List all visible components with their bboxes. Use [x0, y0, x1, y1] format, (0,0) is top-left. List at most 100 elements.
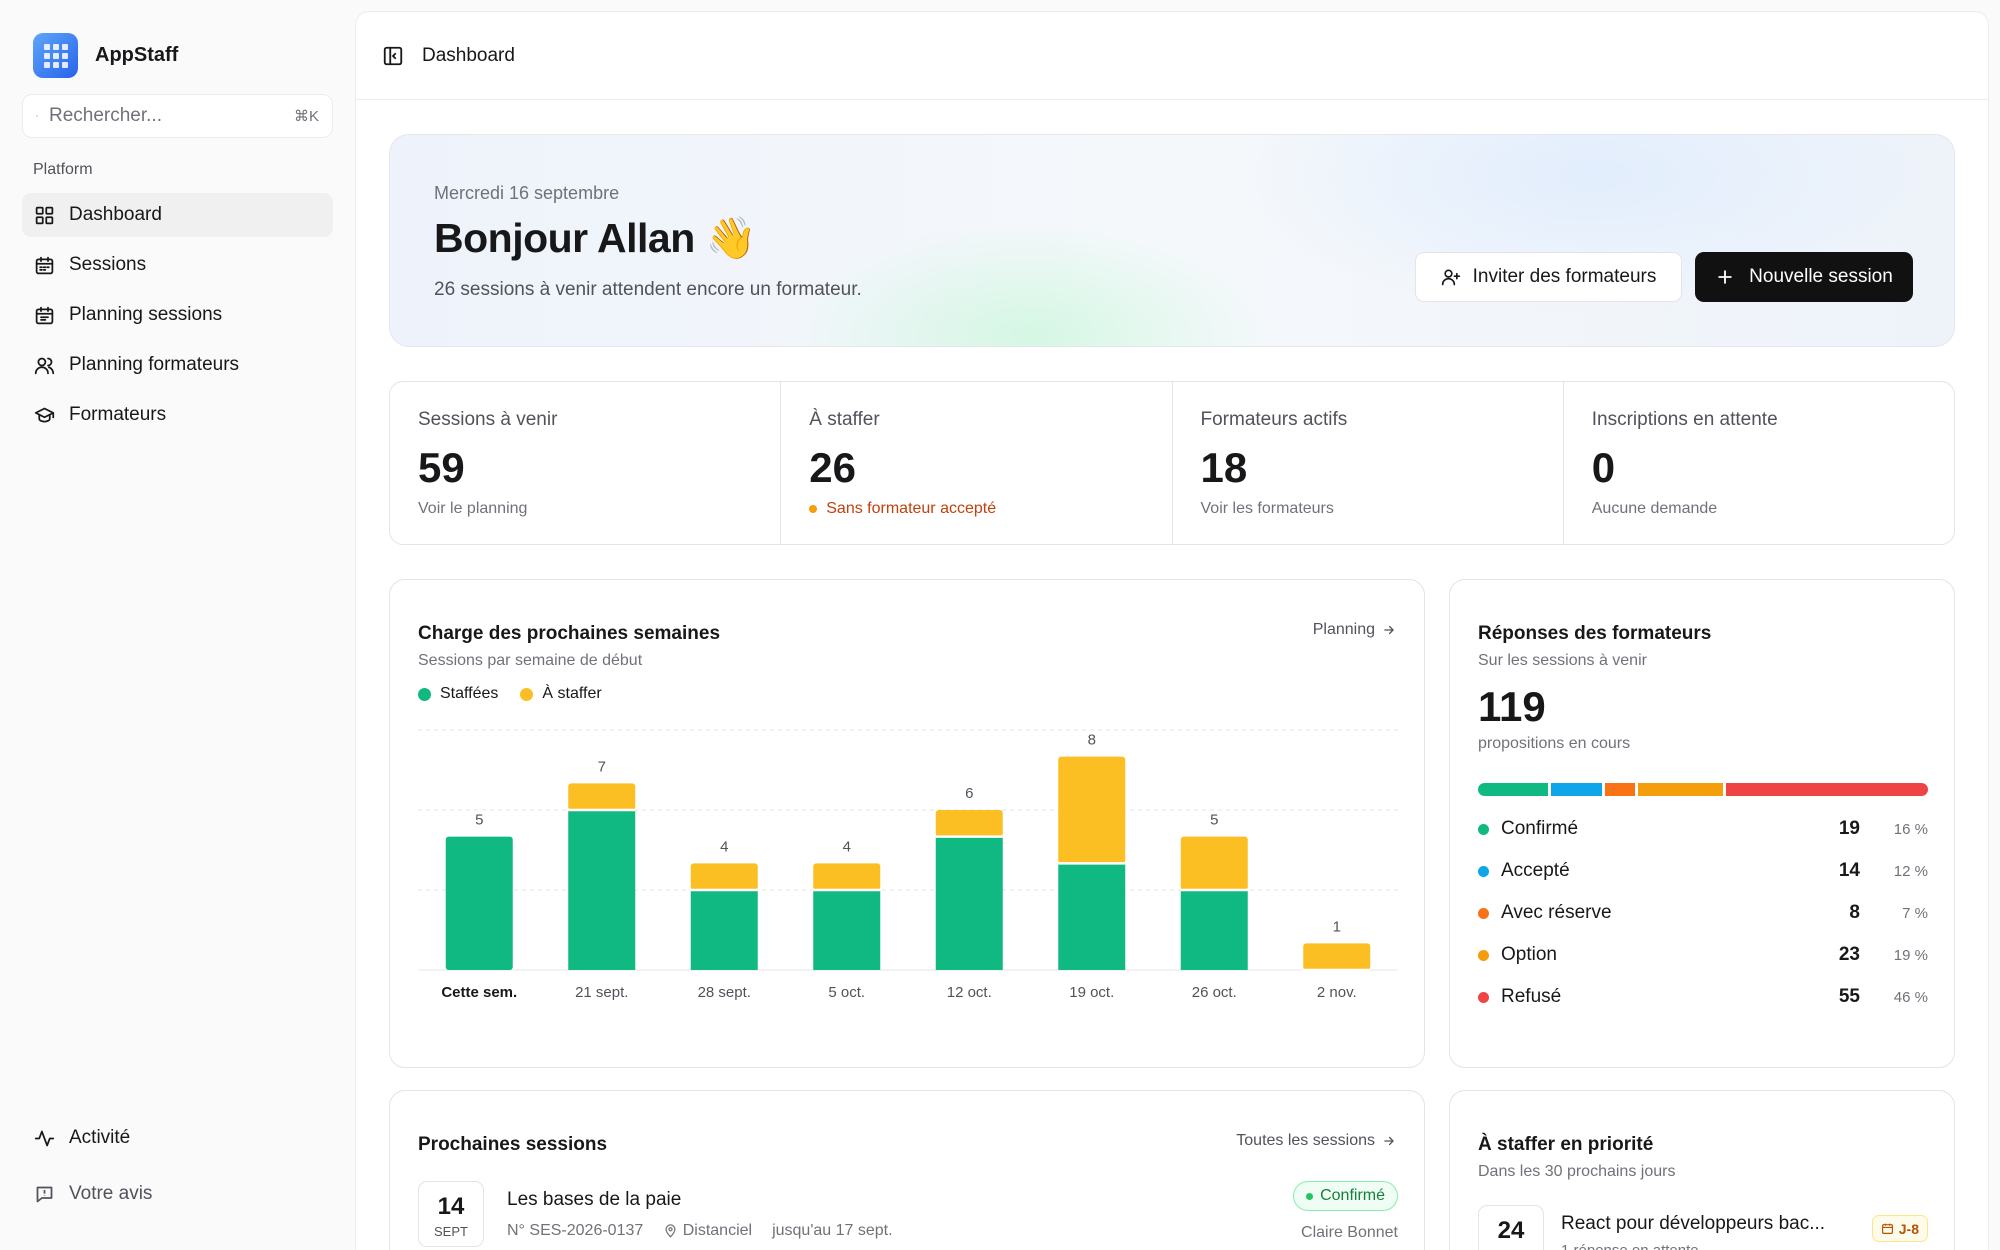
welcome-banner: Mercredi 16 septembre Bonjour Allan 👋 26… [389, 134, 1955, 347]
stat-value: 18 [1200, 444, 1248, 491]
session-name: Les bases de la paie [507, 1189, 682, 1210]
user-plus-icon [1441, 269, 1460, 286]
stats-row: Sessions à venir 59 Voir le planning À s… [389, 381, 1955, 545]
bar-segment-staffees[interactable] [813, 890, 881, 970]
x-tick-label: 28 sept. [698, 984, 751, 1001]
calendar-clock-icon [1881, 1223, 1893, 1234]
priority-card: À staffer en priorité Dans les 30 procha… [1449, 1090, 1955, 1250]
stat-link-trainers[interactable]: Voir les formateurs [1201, 500, 1334, 518]
stat-label: À staffer [809, 409, 880, 430]
responses-total: 119 [1478, 683, 1546, 730]
all-sessions-link[interactable]: Toutes les sessions [1236, 1132, 1396, 1150]
warning-dot-icon [809, 505, 818, 513]
sidebar-item-label: Sessions [69, 254, 147, 275]
sidebar: AppStaff ⌘K Platform Dashboard Sessions … [0, 0, 355, 1250]
search-input[interactable] [48, 105, 294, 127]
stat-sessions-upcoming[interactable]: Sessions à venir 59 Voir le planning [390, 382, 782, 544]
planning-link[interactable]: Planning [1313, 621, 1396, 639]
stat-pending-registrations[interactable]: Inscriptions en attente 0 Aucune demande [1564, 382, 1954, 544]
status-dot [1478, 949, 1489, 961]
bar-segment-a-staffer[interactable] [568, 783, 636, 810]
response-bar-segment [1725, 783, 1929, 796]
bar-segment-a-staffer[interactable] [1058, 756, 1126, 864]
sidebar-item-label: Activité [69, 1127, 131, 1148]
session-trainer: Claire Bonnet [1301, 1224, 1398, 1241]
plus-icon [1718, 270, 1732, 284]
x-tick-label: 5 oct. [828, 984, 865, 1001]
card-title: Charge des prochaines semaines [418, 623, 721, 644]
stat-foot: Aucune demande [1591, 500, 1718, 517]
sidebar-item-formateurs[interactable]: Formateurs [22, 393, 333, 437]
bar-segment-staffees[interactable] [1180, 890, 1248, 970]
bar-segment-staffees[interactable] [690, 890, 758, 970]
breadcrumb: Dashboard [422, 44, 515, 66]
search-box[interactable]: ⌘K [22, 94, 333, 138]
card-title: Prochaines sessions [418, 1134, 608, 1155]
stat-link-planning[interactable]: Voir le planning [418, 500, 527, 518]
load-bar-chart: 5Cette sem.721 sept.428 sept.45 oct.612 … [418, 729, 1398, 1001]
responses-stacked-bar [1478, 783, 1929, 796]
search-shortcut: ⌘K [293, 108, 319, 125]
card-subtitle: Dans les 30 prochains jours [1478, 1163, 1676, 1180]
card-title: À staffer en priorité [1478, 1134, 1654, 1155]
response-bar-segment [1605, 783, 1635, 796]
sidebar-item-planning-sessions[interactable]: Planning sessions [22, 293, 333, 337]
stat-value: 26 [809, 444, 856, 491]
card-subtitle: Sessions par semaine de début [418, 652, 643, 669]
session-row[interactable]: 14 SEPT Les bases de la paie N° SES-2026… [418, 1181, 1398, 1250]
sidebar-toggle-icon[interactable] [382, 45, 404, 67]
bar-total-label: 8 [1088, 732, 1096, 749]
countdown-badge: J-8 [1871, 1215, 1928, 1242]
layout-grid-icon [35, 206, 54, 224]
bar-segment-a-staffer[interactable] [1303, 943, 1371, 970]
greeting-subtitle: 26 sessions à venir attendent encore un … [434, 279, 862, 300]
invite-trainers-button[interactable]: Inviter des formateurs [1415, 252, 1682, 302]
responses-card: Réponses des formateurs Sur les sessions… [1449, 579, 1955, 1068]
sidebar-item-dashboard[interactable]: Dashboard [22, 193, 333, 237]
session-meta: N° SES-2026-0137 Distanciel jusqu'au 17 … [507, 1222, 893, 1239]
load-chart-card: Charge des prochaines semaines Sessions … [389, 579, 1425, 1068]
brand[interactable]: AppStaff [33, 33, 178, 78]
stat-label: Sessions à venir [418, 409, 558, 430]
bar-segment-a-staffer[interactable] [690, 863, 758, 890]
session-date-box: 14 SEPT [418, 1181, 484, 1247]
sidebar-item-votre-avis[interactable]: Votre avis [22, 1172, 333, 1216]
bar-segment-staffees[interactable] [568, 810, 636, 970]
x-tick-label: 2 nov. [1317, 984, 1357, 1001]
bar-segment-a-staffer[interactable] [935, 810, 1003, 837]
bar-total-label: 4 [720, 838, 728, 855]
calendar-icon [35, 256, 54, 274]
sidebar-item-planning-formateurs[interactable]: Planning formateurs [22, 343, 333, 387]
sidebar-item-label: Planning formateurs [69, 354, 240, 375]
stat-value: 0 [1591, 444, 1616, 491]
response-bar-segment [1637, 783, 1723, 796]
bar-segment-staffees[interactable] [1058, 863, 1126, 970]
stat-active-trainers[interactable]: Formateurs actifs 18 Voir les formateurs [1173, 382, 1564, 544]
sidebar-item-label: Votre avis [69, 1183, 153, 1204]
topbar: Dashboard [356, 12, 1988, 100]
legend-item-a-staffer[interactable]: À staffer [520, 685, 602, 703]
new-session-button[interactable]: Nouvelle session [1695, 252, 1913, 302]
sidebar-nav: Dashboard Sessions Planning sessions Pla… [22, 193, 333, 443]
response-row-confirme: Confirmé 19 16 % [1478, 808, 1928, 850]
bar-segment-staffees[interactable] [935, 836, 1003, 970]
sidebar-item-sessions[interactable]: Sessions [22, 243, 333, 287]
bar-segment-a-staffer[interactable] [813, 863, 881, 890]
app-logo-icon [33, 33, 78, 78]
calendar-days-icon [35, 306, 54, 324]
response-bar-segment [1478, 783, 1548, 796]
stat-to-staff[interactable]: À staffer 26 Sans formateur accepté [781, 382, 1173, 544]
priority-row[interactable]: 24 React pour développeurs bac... 1 répo… [1478, 1205, 1928, 1250]
response-row-avec-reserve: Avec réserve 8 7 % [1478, 892, 1928, 934]
legend-swatch [418, 687, 431, 701]
bar-segment-staffees[interactable] [445, 836, 513, 970]
sidebar-item-activite[interactable]: Activité [22, 1116, 333, 1160]
stat-label: Formateurs actifs [1200, 409, 1348, 430]
stat-warning: Sans formateur accepté [809, 500, 996, 518]
bar-total-label: 7 [598, 758, 606, 775]
bar-segment-a-staffer[interactable] [1180, 836, 1248, 890]
legend-item-staffees[interactable]: Staffées [418, 685, 498, 703]
response-row-accepte: Accepté 14 12 % [1478, 850, 1928, 892]
priority-session-sub: 1 réponse en attente [1561, 1242, 1699, 1250]
main-panel: Dashboard Mercredi 16 septembre Bonjour … [355, 11, 1989, 1250]
